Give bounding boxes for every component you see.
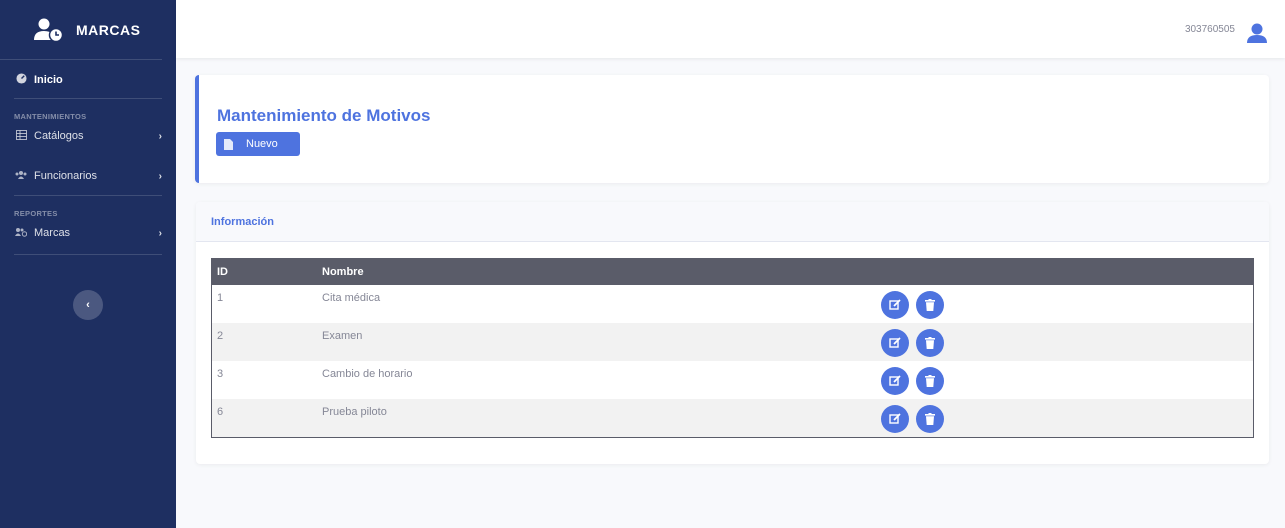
delete-button[interactable] xyxy=(916,291,944,319)
nav-funcionarios[interactable]: Funcionarios › xyxy=(0,161,176,191)
users-clock-icon xyxy=(14,227,28,240)
chevron-right-icon: › xyxy=(158,130,162,142)
cell-id: 2 xyxy=(217,330,224,342)
page-title: Mantenimiento de Motivos xyxy=(217,106,431,125)
table-header: ID Nombre xyxy=(212,259,1253,285)
delete-button[interactable] xyxy=(916,405,944,433)
nav-catalogos-label: Catálogos xyxy=(34,130,84,142)
column-header-nombre: Nombre xyxy=(322,266,364,278)
cell-id: 1 xyxy=(217,292,224,304)
heading-reportes: REPORTES xyxy=(14,209,58,218)
info-card: Información ID Nombre 1 Cita médica 2 Ex… xyxy=(196,202,1269,464)
cell-nombre: Examen xyxy=(322,330,363,342)
edit-icon xyxy=(889,375,901,386)
edit-button[interactable] xyxy=(881,367,909,395)
user-clock-icon xyxy=(34,18,64,42)
nav-marcas[interactable]: Marcas › xyxy=(0,218,176,248)
sidebar-toggle-button[interactable]: ‹ xyxy=(73,290,103,320)
sidebar: MARCAS Inicio MANTENIMIENTOS Catálogos ›… xyxy=(0,0,176,528)
brand-text: MARCAS xyxy=(76,21,141,38)
info-card-header: Información xyxy=(196,202,1269,242)
motivos-table: ID Nombre 1 Cita médica 2 Examen 3 Cambi… xyxy=(211,258,1254,438)
cell-nombre: Cambio de horario xyxy=(322,368,413,380)
heading-mantenimientos: MANTENIMIENTOS xyxy=(14,112,87,121)
brand-link[interactable]: MARCAS xyxy=(0,0,162,60)
cell-id: 6 xyxy=(217,406,224,418)
file-icon xyxy=(220,132,236,156)
nav-inicio[interactable]: Inicio xyxy=(0,62,176,98)
nav-funcionarios-label: Funcionarios xyxy=(34,170,97,182)
cell-nombre: Prueba piloto xyxy=(322,406,387,418)
nuevo-button-label: Nuevo xyxy=(246,138,278,150)
trash-icon xyxy=(925,299,935,311)
nav-marcas-label: Marcas xyxy=(34,227,71,239)
table-row: 3 Cambio de horario xyxy=(212,361,1253,399)
nav-inicio-label: Inicio xyxy=(34,74,63,86)
chevron-right-icon: › xyxy=(158,227,162,239)
table-icon xyxy=(14,129,28,143)
title-card: Mantenimiento de Motivos Nuevo xyxy=(195,75,1269,183)
trash-icon xyxy=(925,375,935,387)
chevron-right-icon: › xyxy=(158,170,162,182)
topbar: 303760505 xyxy=(176,0,1285,58)
divider xyxy=(14,254,162,255)
edit-icon xyxy=(889,413,901,424)
users-icon xyxy=(14,170,28,183)
nuevo-button[interactable]: Nuevo xyxy=(216,132,300,156)
cell-nombre: Cita médica xyxy=(322,292,381,304)
edit-button[interactable] xyxy=(881,291,909,319)
delete-button[interactable] xyxy=(916,367,944,395)
trash-icon xyxy=(925,337,935,349)
edit-button[interactable] xyxy=(881,329,909,357)
user-icon[interactable] xyxy=(1246,22,1268,44)
column-header-id: ID xyxy=(217,266,228,278)
edit-icon xyxy=(889,299,901,310)
nav-catalogos[interactable]: Catálogos › xyxy=(0,121,176,151)
cell-id: 3 xyxy=(217,368,224,380)
tachometer-icon xyxy=(14,73,28,87)
chevron-left-icon: ‹ xyxy=(86,299,90,311)
edit-icon xyxy=(889,337,901,348)
trash-icon xyxy=(925,413,935,425)
user-id-text[interactable]: 303760505 xyxy=(1185,24,1235,35)
edit-button[interactable] xyxy=(881,405,909,433)
table-row: 6 Prueba piloto xyxy=(212,399,1253,437)
table-row: 2 Examen xyxy=(212,323,1253,361)
table-row: 1 Cita médica xyxy=(212,285,1253,323)
delete-button[interactable] xyxy=(916,329,944,357)
